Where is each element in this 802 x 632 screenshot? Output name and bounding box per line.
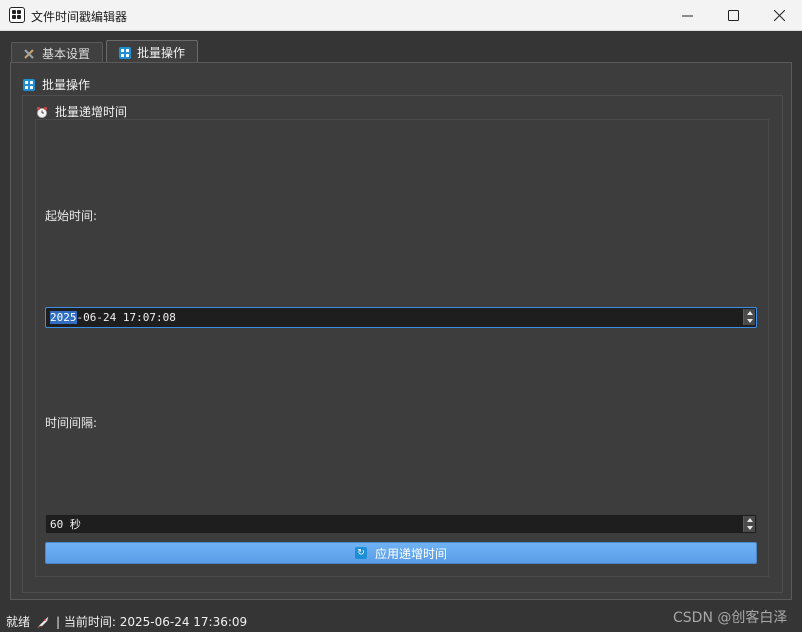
apply-increment-button[interactable]: ↻ 应用递增时间 xyxy=(45,542,757,564)
close-icon xyxy=(773,10,785,21)
spin-up-icon[interactable] xyxy=(746,311,753,315)
start-time-spinner[interactable] xyxy=(743,309,755,325)
tab-label: 批量操作 xyxy=(137,46,186,60)
group-title: 批量操作 xyxy=(23,76,90,93)
watermark: CSDN @创客白泽 xyxy=(673,610,788,626)
spin-down-icon[interactable] xyxy=(746,526,753,530)
tab-label: 基本设置 xyxy=(42,47,91,61)
section-title: 批量递增时间 xyxy=(36,103,127,120)
interval-field[interactable]: 60 秒 xyxy=(45,514,757,534)
grid-icon xyxy=(23,78,35,91)
start-time-text: -06-24 17:07:08 xyxy=(76,311,176,324)
tab-bar: 基本设置 批量操作 xyxy=(0,31,802,64)
alarm-clock-icon xyxy=(37,106,47,118)
tools-icon xyxy=(23,47,36,60)
apply-button-label: 应用递增时间 xyxy=(374,546,447,561)
section-frame xyxy=(35,119,769,577)
status-left: 就绪 | 当前时间: 2025-06-24 17:36:09 xyxy=(6,613,247,630)
start-time-label: 起始时间: xyxy=(45,209,98,223)
maximize-icon xyxy=(727,10,739,21)
window-title: 文件时间戳编辑器 xyxy=(31,10,128,24)
status-bar: 就绪 | 当前时间: 2025-06-24 17:36:09 CSDN @创客白… xyxy=(0,606,802,632)
status-ready: 就绪 xyxy=(6,615,31,629)
interval-spinner[interactable] xyxy=(743,516,755,532)
group-title-text: 批量操作 xyxy=(42,78,91,92)
grid-icon xyxy=(118,46,131,59)
spin-down-icon[interactable] xyxy=(746,319,753,323)
minimize-button[interactable] xyxy=(664,0,710,31)
tab-basic-settings[interactable]: 基本设置 xyxy=(11,42,103,64)
minimize-icon xyxy=(681,15,693,17)
refresh-icon: ↻ xyxy=(354,547,367,559)
maximize-button[interactable] xyxy=(710,0,756,31)
rocket-icon xyxy=(37,615,49,628)
tab-batch-operations[interactable]: 批量操作 xyxy=(106,40,198,64)
title-bar: 文件时间戳编辑器 xyxy=(0,0,802,31)
spin-up-icon[interactable] xyxy=(746,518,753,522)
section-title-text: 批量递增时间 xyxy=(55,105,128,119)
app-grid-icon xyxy=(9,7,25,23)
status-current-time: | 当前时间: 2025-06-24 17:36:09 xyxy=(56,615,248,629)
interval-text: 60 秒 xyxy=(50,518,81,531)
interval-label: 时间间隔: xyxy=(45,416,98,430)
start-time-selected-text: 2025 xyxy=(50,311,77,324)
close-button[interactable] xyxy=(756,0,802,31)
batch-operations-pane: 批量操作 批量递增时间 起始时间: 2025 -06-24 17:07:08 时间… xyxy=(10,62,792,600)
start-time-field[interactable]: 2025 -06-24 17:07:08 xyxy=(45,307,757,328)
